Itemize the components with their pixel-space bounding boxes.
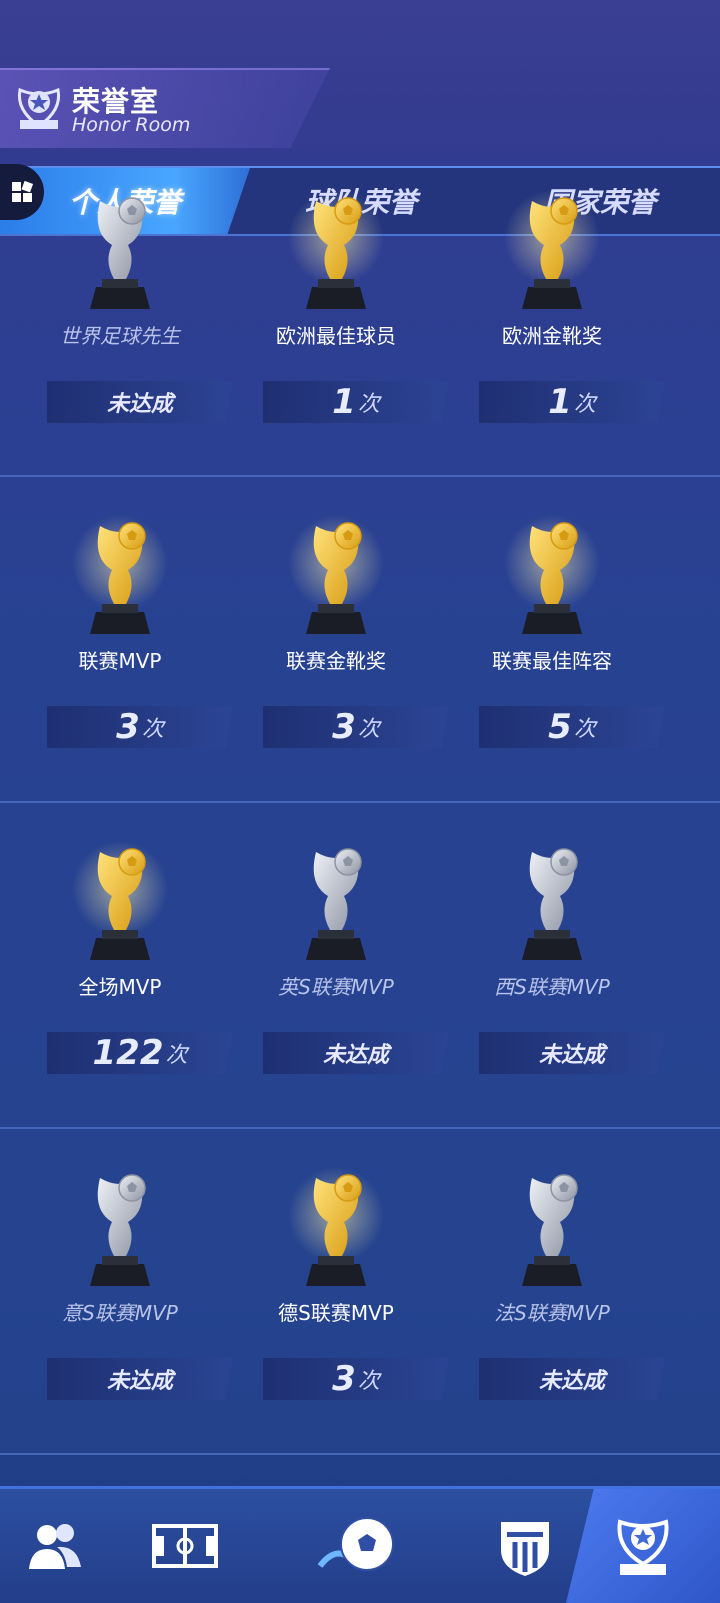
trophy-name: 西S联赛MVP (494, 975, 610, 999)
trophy-emblem-icon (17, 87, 61, 129)
page-subtitle: Honor Room (72, 114, 191, 136)
trophy-icon (502, 834, 602, 964)
trophy-count-bar: 3次 (47, 706, 233, 748)
trophy-card[interactable]: 全场MVP 122 次 (0, 794, 240, 1124)
trophy-icon (70, 508, 170, 638)
trophy-icon (617, 1519, 669, 1575)
trophy-count-unit: 次 (165, 1043, 188, 1068)
trophy-count-bar: 未达成 (47, 1358, 233, 1400)
puzzle-icon (12, 180, 34, 202)
trophy-status: 未达成 (106, 1369, 173, 1394)
trophy-name: 英S联赛MVP (278, 975, 394, 999)
trophy-count-bar: 1次 (263, 381, 449, 423)
trophy-card[interactable]: 联赛最佳阵容 5 次 (432, 468, 672, 798)
trophy-name: 欧洲最佳球员 (276, 324, 396, 348)
trophy-card[interactable]: 联赛MVP 3 次 (0, 468, 240, 798)
trophy-icon (286, 1160, 386, 1290)
trophy-icon (502, 183, 602, 313)
trophy-count-bar: 122 次 (47, 1032, 233, 1074)
trophy-count-unit: 次 (357, 1369, 380, 1394)
trophy-count-bar: 5次 (479, 706, 665, 748)
trophy-name: 意S联赛MVP (62, 1301, 178, 1325)
bottom-navigation (0, 1486, 720, 1603)
trophy-icon (70, 183, 170, 313)
trophy-icon (502, 508, 602, 638)
trophy-icon (286, 834, 386, 964)
trophy-icon (70, 1160, 170, 1290)
page-header: 荣誉室 Honor Room (0, 68, 330, 148)
trophy-status: 未达成 (538, 1043, 605, 1068)
trophy-count: 3 (332, 707, 356, 747)
trophy-name: 欧洲金靴奖 (502, 324, 602, 348)
trophy-status: 未达成 (538, 1369, 605, 1394)
trophy-status: 未达成 (106, 392, 173, 417)
soccer-ball-icon (317, 1517, 394, 1571)
trophy-icon (70, 834, 170, 964)
trophy-name: 德S联赛MVP (278, 1301, 394, 1325)
trophy-count-unit: 次 (357, 717, 380, 742)
trophy-count: 122 (92, 1033, 164, 1073)
trophy-count-unit: 次 (141, 717, 164, 742)
trophy-count: 5 (548, 707, 572, 747)
trophy-count: 3 (116, 707, 140, 747)
nav-formation[interactable] (130, 1489, 240, 1603)
trophy-card[interactable]: 德S联赛MVP 3 次 (216, 1120, 456, 1450)
trophy-count-bar: 3次 (263, 706, 449, 748)
trophy-count-bar: 未达成 (479, 1032, 665, 1074)
players-icon (29, 1524, 81, 1569)
trophy-count-bar: 未达成 (263, 1032, 449, 1074)
trophy-card[interactable]: 欧洲最佳球员 1 次 (216, 143, 456, 473)
trophy-count-bar: 1次 (479, 381, 665, 423)
trophy-count-bar: 3次 (263, 1358, 449, 1400)
trophy-name: 全场MVP (78, 975, 162, 999)
trophy-name: 联赛金靴奖 (286, 649, 386, 673)
trophy-icon (286, 508, 386, 638)
trophy-card[interactable]: 法S联赛MVP 未达成 (432, 1120, 672, 1450)
trophy-icon (286, 183, 386, 313)
trophy-card[interactable]: 西S联赛MVP 未达成 (432, 794, 672, 1124)
trophy-name: 法S联赛MVP (494, 1301, 610, 1325)
trophy-name: 联赛MVP (78, 649, 162, 673)
trophy-card[interactable]: 欧洲金靴奖 1 次 (432, 143, 672, 473)
trophy-count: 1 (548, 382, 572, 422)
pitch-icon (152, 1524, 218, 1568)
club-crest-icon (501, 1522, 549, 1576)
nav-match[interactable] (300, 1489, 420, 1603)
trophy-grid: 世界足球先生 未达成 欧洲最佳球员 1 次 欧洲金靴奖 1 次 联赛MVP 3 … (0, 190, 720, 1480)
trophy-count-unit: 次 (357, 392, 380, 417)
trophy-count-bar: 未达成 (479, 1358, 665, 1400)
trophy-count-unit: 次 (573, 392, 596, 417)
trophy-status: 未达成 (322, 1043, 389, 1068)
trophy-count-unit: 次 (573, 717, 596, 742)
trophy-count: 1 (332, 382, 356, 422)
trophy-count-bar: 未达成 (47, 381, 233, 423)
trophy-name: 联赛最佳阵容 (492, 649, 612, 673)
nav-players[interactable] (0, 1489, 110, 1603)
trophy-count: 3 (332, 1359, 356, 1399)
nav-club[interactable] (470, 1489, 580, 1603)
trophy-card[interactable]: 英S联赛MVP 未达成 (216, 794, 456, 1124)
trophy-card[interactable]: 联赛金靴奖 3 次 (216, 468, 456, 798)
trophy-name: 世界足球先生 (60, 324, 180, 348)
nav-honor-room[interactable] (566, 1489, 720, 1603)
trophy-icon (502, 1160, 602, 1290)
trophy-card[interactable]: 意S联赛MVP 未达成 (0, 1120, 240, 1450)
